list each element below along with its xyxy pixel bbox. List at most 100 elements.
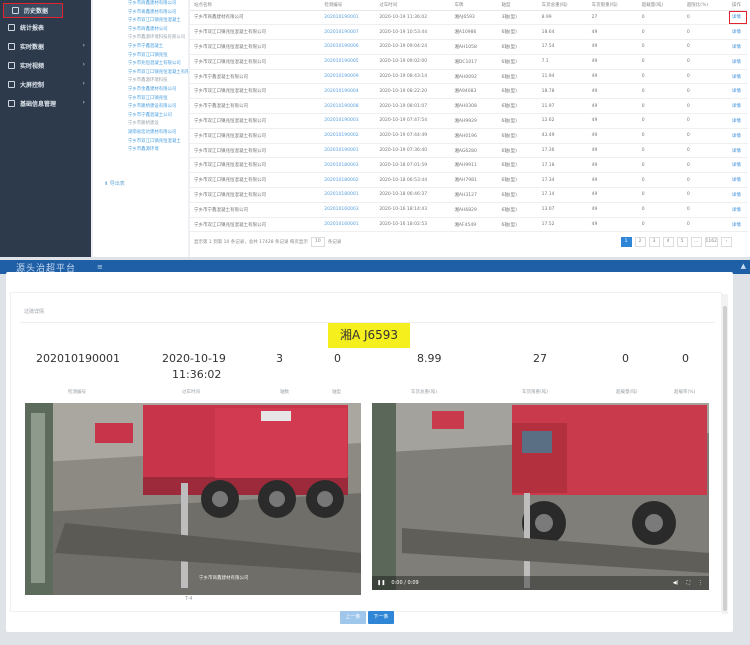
detail-link[interactable]: 详情 <box>727 24 748 41</box>
table-cell: 宁乡市双江口镇兆恒混凝土有限公司 <box>190 128 321 144</box>
tree-item[interactable]: 宁乡市双江口镇兆恒 <box>93 95 188 104</box>
sidebar-item-basic-info[interactable]: 基础信息管理 › <box>0 94 91 113</box>
gear-icon <box>8 100 15 107</box>
table-cell: 湘AG6280 <box>450 143 498 159</box>
table-body: 宁乡市商鑫建材有限公司 202010190001 2020-10-19 11:36:… <box>190 10 748 233</box>
table-cell: 0 <box>637 217 683 233</box>
tree-item[interactable]: 宁乡市兆恒混凝土有限公司 <box>93 60 188 69</box>
pager-suffix: 条记录 <box>327 240 342 245</box>
modal-scrollbar[interactable] <box>722 294 728 614</box>
tree-item[interactable]: 宁乡市双江口镇兆恒 <box>93 52 188 61</box>
next-button[interactable]: 下一条 <box>368 611 394 624</box>
menu-icon[interactable]: ≡ <box>97 263 103 271</box>
page: 历史数据 统计报表 实时数据 › 实时视频 › 大屏控制 › 基础信息管理 › … <box>0 0 750 645</box>
truck-photo-image <box>25 403 361 595</box>
page-button[interactable]: 4 <box>662 237 674 247</box>
column-header[interactable]: 车货限重(吨) <box>587 0 638 11</box>
table-cell: 宁乡市双江口镇兆恒混凝土有限公司 <box>190 187 321 203</box>
detail-link[interactable]: 详情 <box>727 83 748 100</box>
page-button[interactable]: 3 <box>648 237 660 247</box>
detect-no-label: 检测编号 <box>68 390 86 395</box>
tree-item[interactable]: 宁乡市路桥建设 <box>93 120 188 129</box>
column-header[interactable]: 过车时间 <box>375 0 451 11</box>
detail-link[interactable]: 详情 <box>727 172 748 189</box>
sidebar-item-label: 基础信息管理 <box>20 101 57 108</box>
sidebar-item-screen-control[interactable]: 大屏控制 › <box>0 75 91 94</box>
table-cell: 0 <box>637 10 683 26</box>
column-header[interactable]: 检测编号 <box>320 0 376 11</box>
tree-item[interactable]: 宁乡市双江口镇兆恒混凝土有限公司 <box>93 69 188 78</box>
detail-link[interactable]: 详情 <box>727 69 748 85</box>
table-cell: 6轴(型) <box>497 172 538 189</box>
detail-link[interactable]: 详情 <box>727 143 748 159</box>
axle-type-value: 0 <box>334 352 341 365</box>
pause-icon[interactable]: ❚❚ <box>377 580 385 586</box>
volume-icon[interactable]: ◀) <box>673 580 679 586</box>
table-cell: 49 <box>587 128 638 144</box>
page-button[interactable]: … <box>690 237 702 247</box>
sidebar-item-report[interactable]: 统计报表 <box>0 18 91 37</box>
column-header[interactable]: 超限比(%) <box>682 0 728 11</box>
table-cell: 湘AH9929 <box>450 113 498 129</box>
table-cell: 宁乡市宁鑫混凝土有限公司 <box>190 69 321 85</box>
scrollbar-thumb[interactable] <box>723 306 727 611</box>
sidebar-item-realtime-video[interactable]: 实时视频 › <box>0 56 91 75</box>
table-cell: 2020-10-19 11:36:02 <box>375 10 451 26</box>
table-row: 宁乡市宁鑫混凝土有限公司 202010160003 2020-10-16 18:14… <box>190 202 748 218</box>
sidebar-item-label: 实时视频 <box>20 63 45 70</box>
table-cell: 2020-10-19 09:02:00 <box>375 54 451 70</box>
table-cell: 2020-10-18 07:01:59 <box>375 157 451 174</box>
detail-link[interactable]: 详情 <box>727 217 748 233</box>
detail-link[interactable]: 详情 <box>727 98 748 115</box>
column-header[interactable]: 轴型 <box>497 0 538 11</box>
page-button[interactable]: › <box>721 237 732 247</box>
table-cell: 49 <box>587 172 638 189</box>
table-row: 宁乡市双江口镇兆恒混凝土有限公司 202010190004 2020-10-19 0… <box>190 83 748 100</box>
column-header[interactable]: 站点名称 <box>190 0 321 11</box>
page-button[interactable]: 5 <box>676 237 688 247</box>
gross-weight-value: 8.99 <box>417 352 442 365</box>
fullscreen-icon[interactable]: ⛶ <box>686 580 690 586</box>
tree-item[interactable]: 宁乡市鑫源环境 <box>93 146 188 155</box>
table-cell: 2020-10-19 07:44:49 <box>375 128 451 144</box>
tree-item[interactable]: 宁乡市商鑫建材公司 <box>93 26 188 35</box>
page-button[interactable]: 1 <box>620 237 632 247</box>
detail-link[interactable]: 详情 <box>727 187 748 203</box>
page-button[interactable]: 2 <box>634 237 646 247</box>
tree-item[interactable]: 宁乡市宁鑫混凝土公司 <box>93 112 188 121</box>
column-header[interactable]: 超载量(吨) <box>637 0 683 11</box>
sidebar-item-history[interactable]: 历史数据 <box>3 3 63 18</box>
page-button[interactable]: 1162 <box>704 237 718 247</box>
tree-item[interactable]: 宁乡市金鑫建材有限公司 <box>93 86 188 95</box>
detail-link[interactable]: 详情 <box>727 128 748 144</box>
export-link[interactable]: ⬆ 导出表 <box>104 180 125 187</box>
detail-link[interactable]: 详情 <box>727 157 748 174</box>
detail-link[interactable]: 详情 <box>727 202 748 218</box>
detail-link[interactable]: 详情 <box>727 54 748 70</box>
tree-item[interactable]: 宁乡市路桥建设有限公司 <box>93 103 188 112</box>
detail-link[interactable]: 详情 <box>727 10 748 26</box>
capture-video[interactable]: ❚❚ 0:00 / 0:09 ◀) ⛶ ⋮ <box>372 403 709 590</box>
page-size-select[interactable]: 10 <box>310 237 325 247</box>
detail-link[interactable]: 详情 <box>727 39 748 55</box>
tree-item[interactable]: 宁乡市鑫源环境科技有限公司 <box>93 34 188 43</box>
prev-button[interactable]: 上一条 <box>340 611 366 624</box>
tree-item[interactable]: 宁乡市双江口镇兆恒混凝土 <box>93 17 188 26</box>
capture-photo[interactable]: 宁乡市商鑫建材有限公司 <box>25 403 361 595</box>
tree-item[interactable]: 宁乡市商鑫建材有限公司 <box>93 0 188 9</box>
tree-item[interactable]: 宁乡市黄鑫建材有限公司 <box>93 9 188 18</box>
tree-item[interactable]: 湖南省宏达建材有限公司 <box>93 129 188 138</box>
more-icon[interactable]: ⋮ <box>698 580 703 586</box>
table-cell: 6轴(型) <box>497 202 538 218</box>
sidebar-item-realtime-data[interactable]: 实时数据 › <box>0 37 91 56</box>
video-icon <box>8 62 15 69</box>
column-header[interactable]: 操作 <box>727 0 748 11</box>
tree-item[interactable]: 宁乡市宁鑫混凝土 <box>93 43 188 52</box>
tree-item[interactable]: 宁乡市鑫源环境科技 <box>93 77 188 86</box>
column-header[interactable]: 车牌 <box>450 0 498 11</box>
column-header[interactable]: 车货总重(吨) <box>537 0 588 11</box>
detail-link[interactable]: 详情 <box>727 113 748 129</box>
tree-item[interactable]: 宁乡市双江口镇兆恒混凝土 <box>93 138 188 147</box>
user-icon[interactable]: ▲ <box>741 262 746 270</box>
table-cell: 2020-10-19 08:01:07 <box>375 98 451 115</box>
